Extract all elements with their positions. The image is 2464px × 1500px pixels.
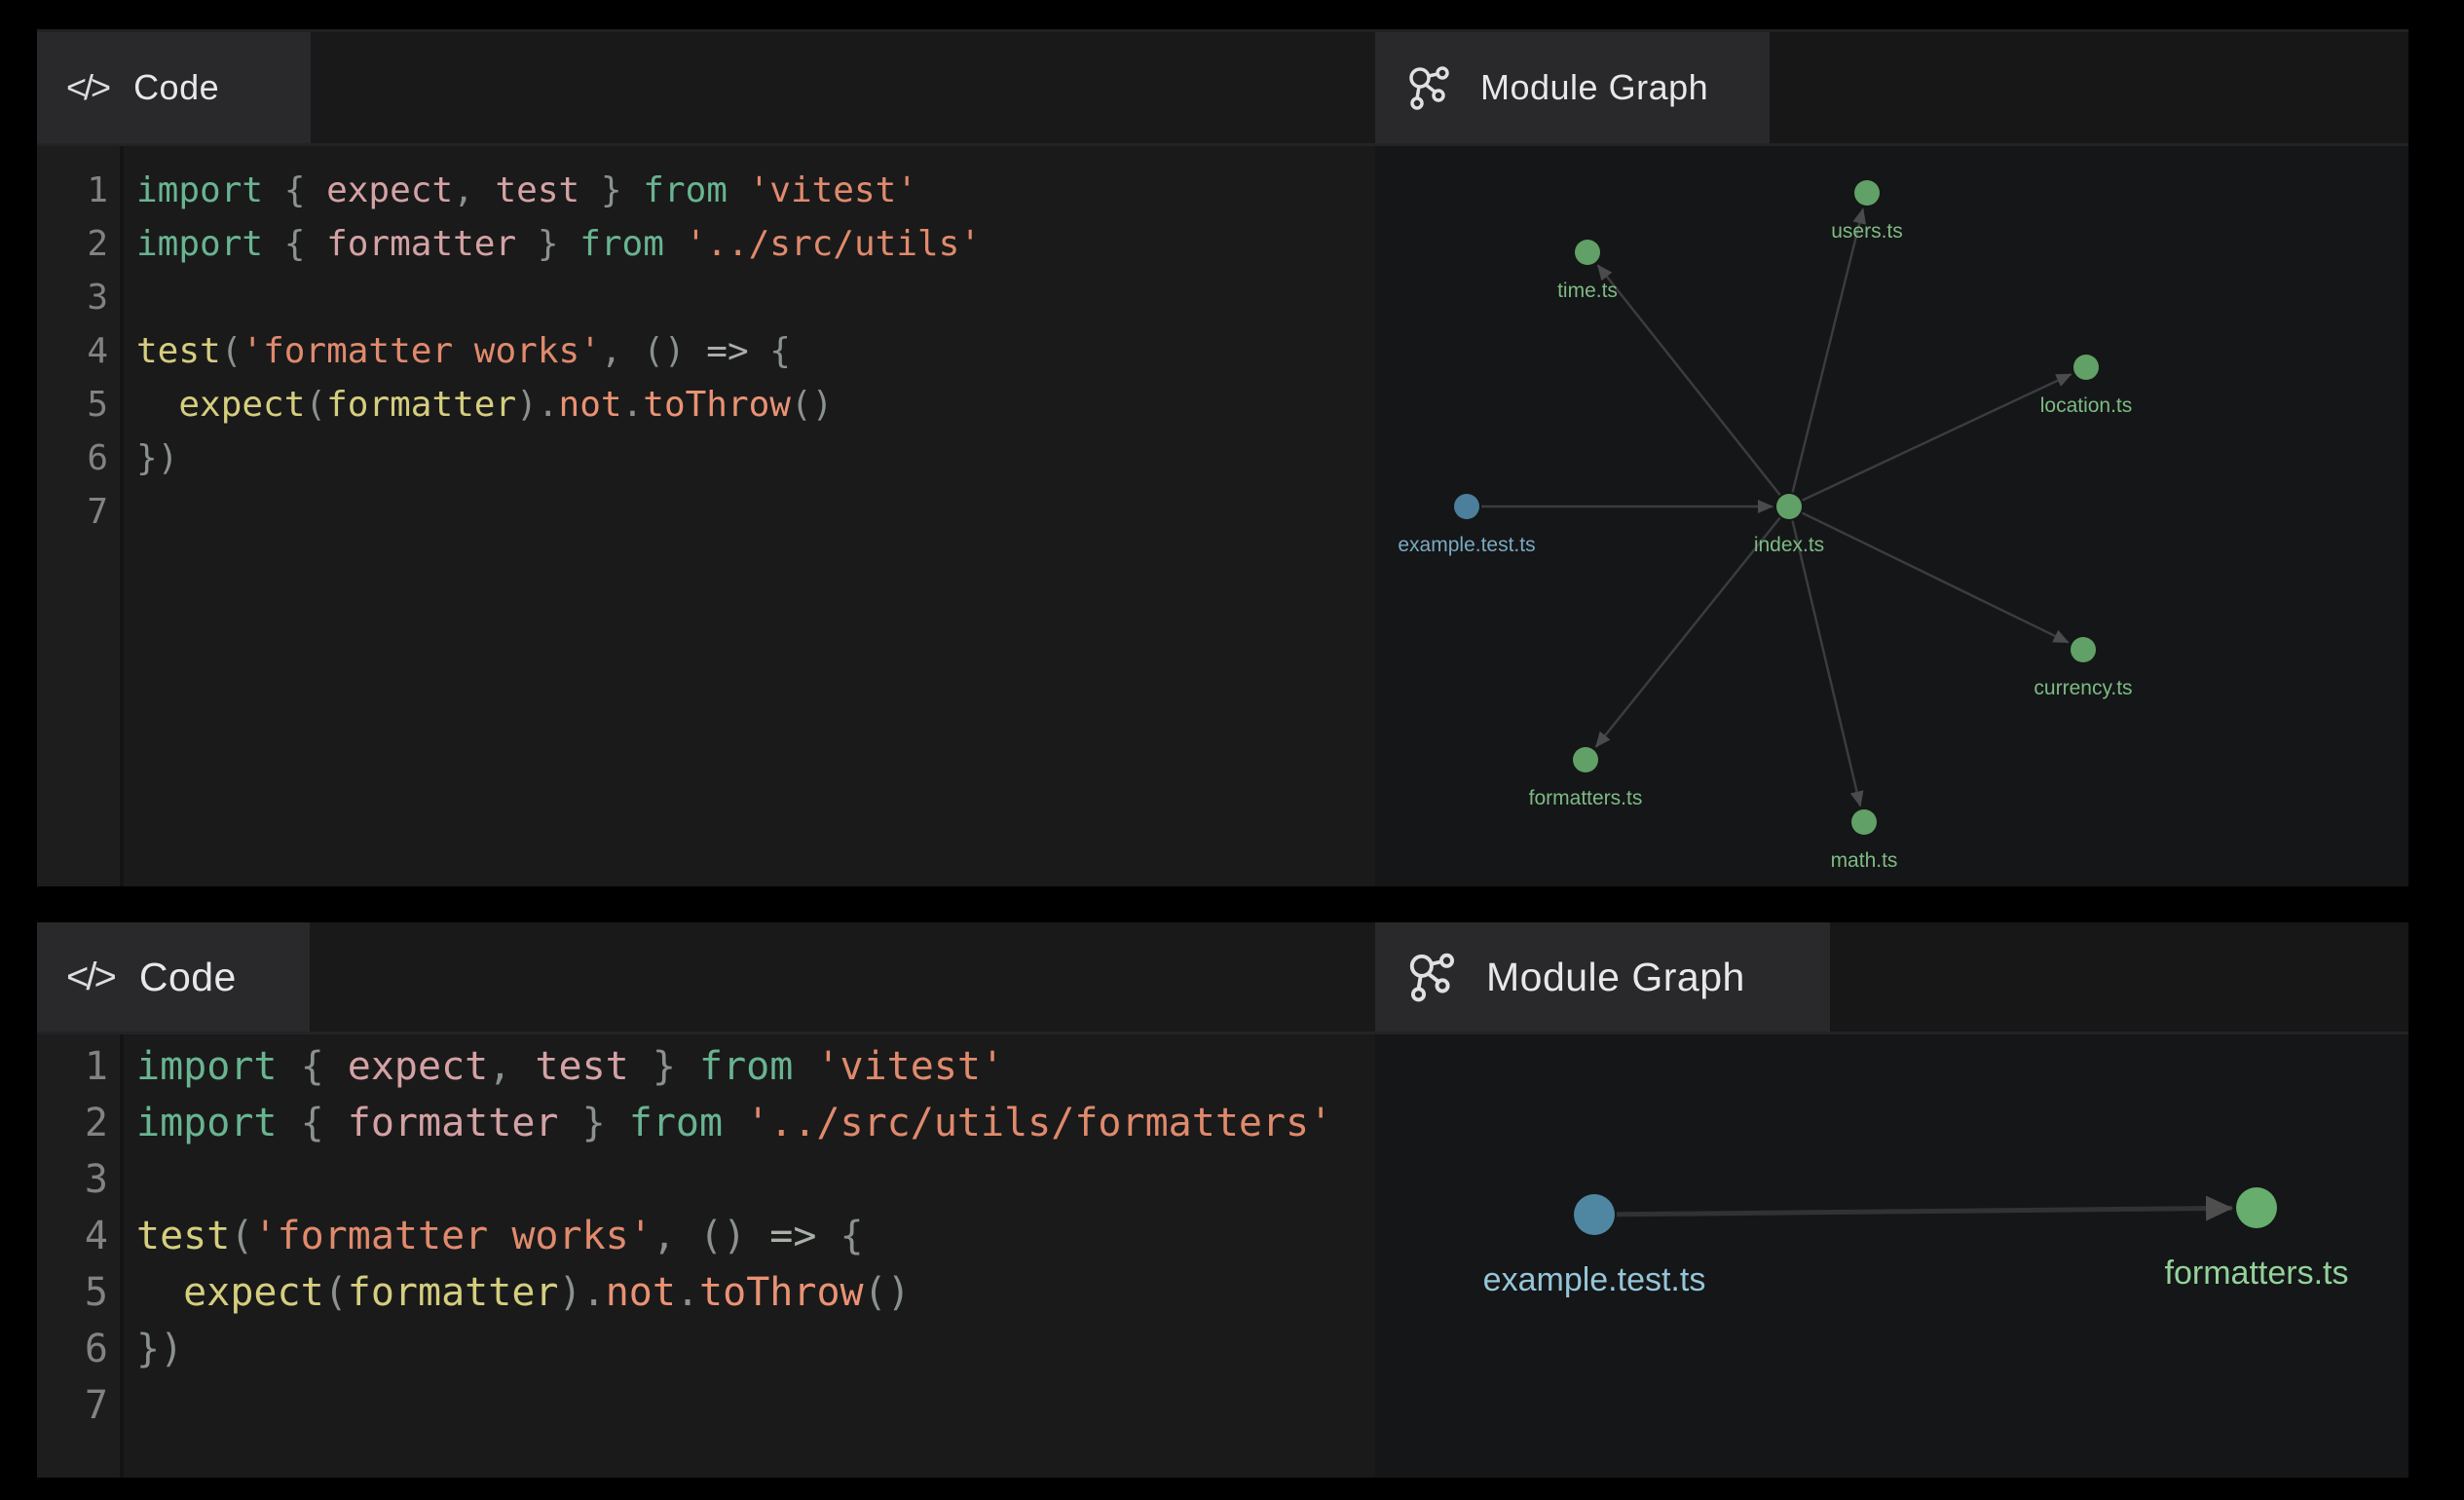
line-number: 2 [37, 217, 120, 271]
module-graph-canvas-top[interactable]: users.ts time.ts location.ts example.test.t… [1375, 146, 2408, 886]
top-row: </> Code 1import { expect, test } from '… [37, 29, 2408, 886]
graph-node-label: location.ts [2040, 394, 2133, 417]
graph-edge [1803, 374, 2072, 500]
tab-module-graph-bottom-label: Module Graph [1486, 955, 1745, 1000]
line-number: 2 [37, 1095, 120, 1151]
code-line-content: import { expect, test } from 'vitest' [120, 164, 917, 217]
line-number: 3 [37, 1151, 120, 1208]
line-number: 7 [37, 1377, 120, 1434]
code-panel-top-header: </> Code [37, 29, 1375, 146]
module-graph-icon [1404, 62, 1455, 113]
code-line-content: }) [120, 431, 178, 485]
module-graph-panel-bottom-header: Module Graph [1375, 922, 2408, 1034]
code-line-content [120, 271, 136, 324]
line-number: 5 [37, 378, 120, 431]
graph-node-formatters.ts[interactable] [2236, 1187, 2277, 1228]
module-graph-panel-top: Module Graph users.ts time.ts location.ts e… [1375, 29, 2408, 886]
graph-node-label: example.test.ts [1483, 1261, 1706, 1298]
code-line: 2import { formatter } from '../src/utils… [37, 217, 1375, 271]
code-panel-bottom: </> Code 1import { expect, test } from '… [37, 922, 1375, 1478]
graph-node-currency.ts[interactable] [2071, 637, 2096, 662]
code-icon: </> [66, 956, 114, 999]
graph-edge [1617, 1208, 2232, 1215]
graph-node-example.test.ts[interactable] [1574, 1194, 1615, 1235]
line-number: 4 [37, 1208, 120, 1264]
code-editor-top[interactable]: 1import { expect, test } from 'vitest'2i… [37, 146, 1375, 886]
graph-node-label: example.test.ts [1398, 534, 1535, 556]
code-line-content [120, 485, 136, 539]
code-line: 6}) [37, 431, 1375, 485]
code-line-content: import { formatter } from '../src/utils' [120, 217, 981, 271]
code-line-content [120, 1151, 136, 1208]
graph-node-label: formatters.ts [1529, 787, 1643, 809]
code-line: 7 [37, 1377, 1375, 1434]
module-graph-panel-top-header: Module Graph [1375, 29, 2408, 146]
code-line-content: import { formatter } from '../src/utils/… [120, 1095, 1332, 1151]
line-number: 1 [37, 164, 120, 217]
code-line: 2import { formatter } from '../src/utils… [37, 1095, 1375, 1151]
tab-code-bottom-label: Code [139, 955, 237, 1000]
graph-node-label: math.ts [1831, 849, 1898, 872]
line-number: 6 [37, 431, 120, 485]
graph-node-location.ts[interactable] [2073, 355, 2099, 380]
graph-node-example.test.ts[interactable] [1454, 494, 1479, 519]
graph-node-label: formatters.ts [2165, 1255, 2349, 1292]
code-line-content: test('formatter works', () => { [120, 1208, 864, 1264]
code-line: 3 [37, 1151, 1375, 1208]
code-editor-bottom[interactable]: 1import { expect, test } from 'vitest'2i… [37, 1034, 1375, 1478]
graph-edge [1598, 265, 1780, 495]
graph-node-time.ts[interactable] [1575, 240, 1600, 265]
graph-node-label: time.ts [1557, 280, 1618, 302]
code-line-content: expect(formatter).not.toThrow() [120, 1264, 911, 1321]
module-graph-canvas-bottom[interactable]: example.test.ts formatters.ts [1375, 1034, 2408, 1478]
code-line: 6}) [37, 1321, 1375, 1377]
bottom-row: </> Code 1import { expect, test } from '… [37, 922, 2408, 1478]
tab-module-graph-bottom[interactable]: Module Graph [1375, 922, 1830, 1031]
tab-module-graph-top[interactable]: Module Graph [1375, 32, 1770, 143]
line-number: 5 [37, 1264, 120, 1321]
module-graph-icon [1404, 949, 1461, 1005]
code-line-content: import { expect, test } from 'vitest' [120, 1038, 1004, 1095]
tab-code-top-label: Code [133, 67, 219, 108]
code-panel-top: </> Code 1import { expect, test } from '… [37, 29, 1375, 886]
code-line-content: test('formatter works', () => { [120, 324, 791, 378]
tab-code-top[interactable]: </> Code [37, 32, 311, 143]
vitest-ui-dashboard: </> Code 1import { expect, test } from '… [37, 29, 2408, 1478]
graph-edge [1596, 518, 1780, 747]
graph-node-users.ts[interactable] [1854, 180, 1880, 206]
code-line: 1import { expect, test } from 'vitest' [37, 1038, 1375, 1095]
code-line: 7 [37, 485, 1375, 539]
line-number: 7 [37, 485, 120, 539]
graph-node-label: users.ts [1831, 220, 1903, 243]
code-line: 1import { expect, test } from 'vitest' [37, 164, 1375, 217]
line-number: 6 [37, 1321, 120, 1377]
graph-edge [1793, 521, 1861, 806]
code-line: 4test('formatter works', () => { [37, 324, 1375, 378]
graph-node-index.ts[interactable] [1776, 494, 1802, 519]
graph-edge [1793, 209, 1863, 493]
line-number: 4 [37, 324, 120, 378]
module-graph-panel-bottom: Module Graph example.test.ts formatters.t… [1375, 922, 2408, 1478]
code-line: 4test('formatter works', () => { [37, 1208, 1375, 1264]
graph-edge [1803, 513, 2069, 643]
graph-node-label: index.ts [1754, 534, 1824, 556]
line-number: 1 [37, 1038, 120, 1095]
tab-code-bottom[interactable]: </> Code [37, 922, 310, 1031]
graph-node-label: currency.ts [2034, 677, 2132, 699]
graph-node-formatters.ts[interactable] [1573, 747, 1598, 772]
code-line: 3 [37, 271, 1375, 324]
code-panel-bottom-header: </> Code [37, 922, 1375, 1034]
code-line-content [120, 1377, 136, 1434]
code-line: 5 expect(formatter).not.toThrow() [37, 1264, 1375, 1321]
tab-module-graph-top-label: Module Graph [1480, 67, 1708, 108]
code-line: 5 expect(formatter).not.toThrow() [37, 378, 1375, 431]
code-line-content: expect(formatter).not.toThrow() [120, 378, 833, 431]
code-line-content: }) [120, 1321, 183, 1377]
code-icon: </> [66, 67, 108, 108]
graph-node-math.ts[interactable] [1851, 809, 1877, 835]
line-number: 3 [37, 271, 120, 324]
